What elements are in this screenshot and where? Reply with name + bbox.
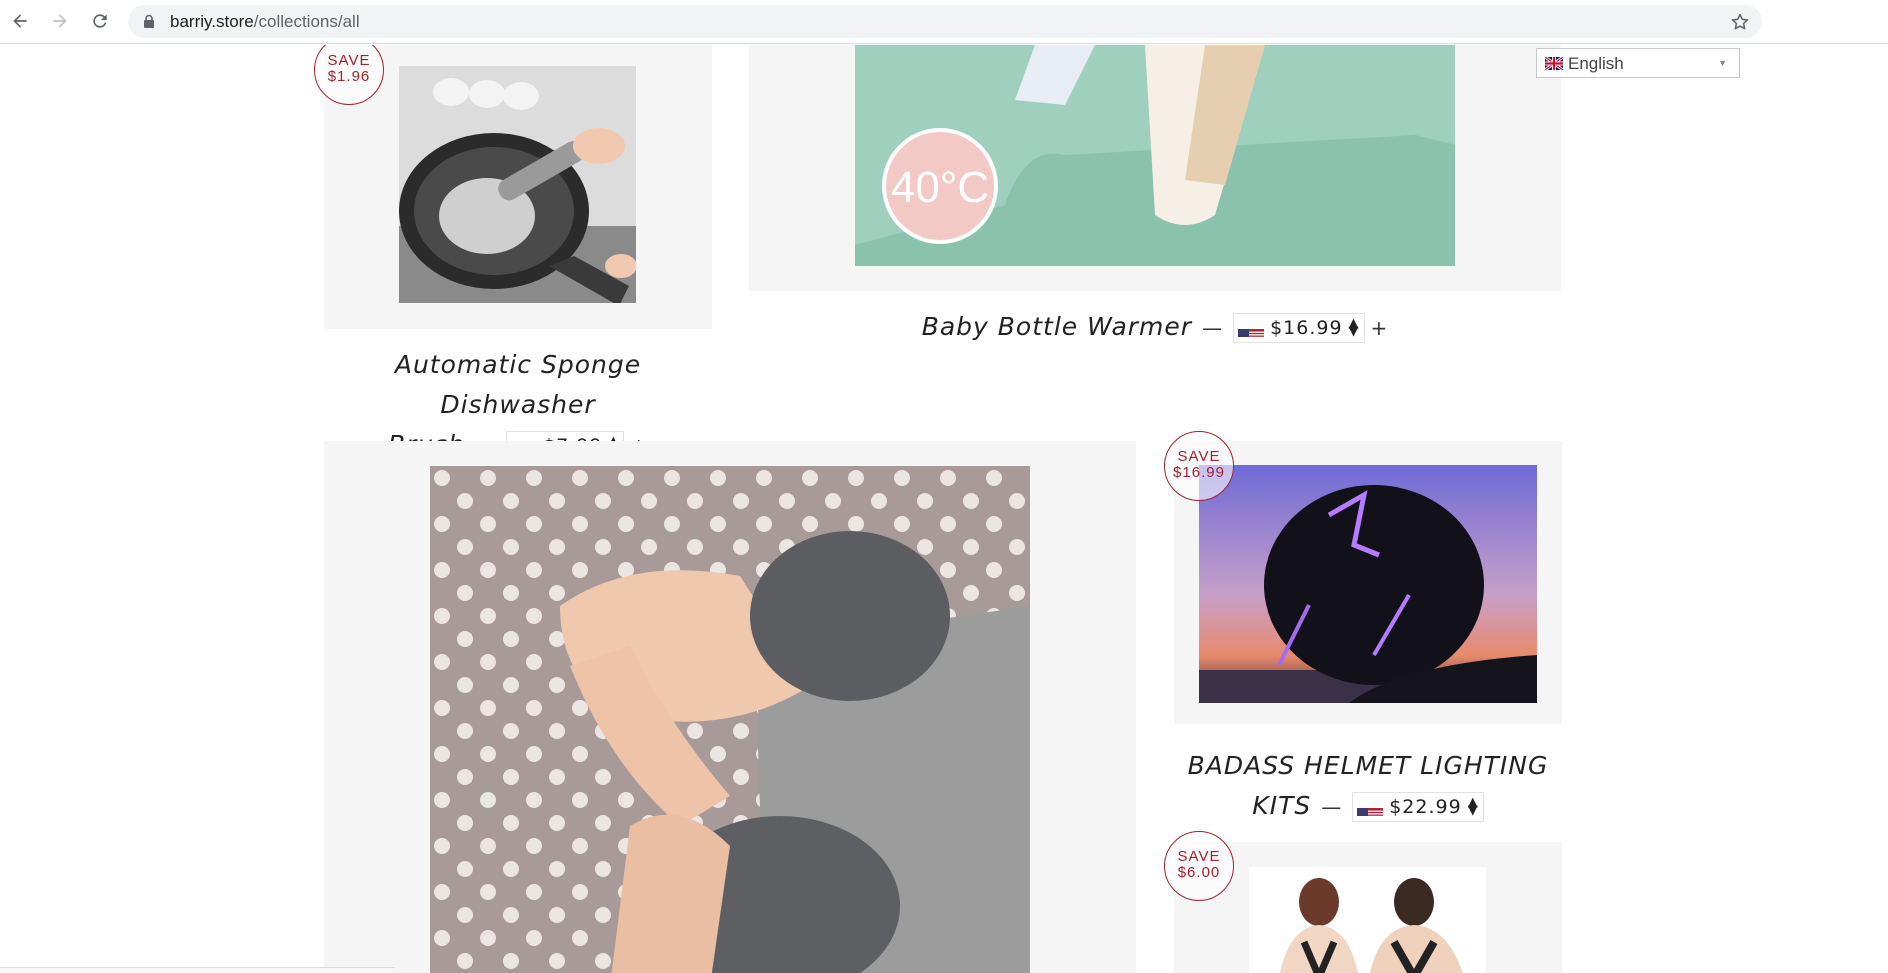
status-bar-edge <box>0 967 395 973</box>
dishwasher-brush-photo <box>399 66 636 303</box>
sort-updown-icon: ▲▼ <box>1348 316 1360 339</box>
product-image-knee-pads[interactable] <box>430 466 1030 973</box>
language-label: English <box>1568 54 1624 73</box>
chevron-down-icon: ▼ <box>1718 58 1727 68</box>
title-line-1: Automatic Sponge Dishwasher <box>394 350 642 419</box>
title-text: Baby Bottle Warmer <box>921 312 1193 341</box>
save-badge-posture-corrector: SAVE $6.00 <box>1164 831 1234 901</box>
temperature-label: 40°C <box>891 163 989 212</box>
product-title-bottle-warmer[interactable]: Baby Bottle Warmer — $16.99 ▲ ▼ + <box>749 307 1561 348</box>
price-value: $22.99 <box>1389 796 1462 818</box>
posture-corrector-photo <box>1249 867 1486 973</box>
back-button[interactable] <box>8 9 32 33</box>
browser-toolbar: barriy.store/collections/all <box>0 0 1888 44</box>
knee-pads-photo <box>430 466 1030 973</box>
currency-price-select[interactable]: $22.99 ▲ ▼ <box>1352 792 1484 822</box>
save-label: SAVE <box>1177 848 1221 865</box>
language-select[interactable]: English ▼ <box>1536 48 1740 78</box>
save-amount: $16.99 <box>1173 464 1225 481</box>
product-title-helmet-kit[interactable]: BADASS HELMET LIGHTING KITS — $22.99 ▲ ▼ <box>1174 746 1562 827</box>
save-amount: $1.96 <box>327 68 371 85</box>
price-value: $16.99 <box>1270 317 1343 339</box>
save-amount: $6.00 <box>1177 864 1221 881</box>
address-bar[interactable]: barriy.store/collections/all <box>128 5 1762 38</box>
lock-icon <box>144 14 154 28</box>
bottle-warmer-photo: 40°C <box>855 45 1455 266</box>
product-image-dishwasher-brush[interactable] <box>399 66 636 303</box>
url-text: barriy.store/collections/all <box>170 12 360 32</box>
product-image-bottle-warmer[interactable]: 40°C <box>855 45 1455 266</box>
forward-button[interactable] <box>48 9 72 33</box>
arrow-right-icon <box>53 14 67 28</box>
reload-icon <box>93 14 107 28</box>
sort-updown-icon: ▲▼ <box>1467 795 1479 818</box>
url-host: barriy.store <box>170 12 254 31</box>
save-label: SAVE <box>327 52 371 69</box>
collection-page: SAVE $1.96 Automatic Sponge Dishwasher B… <box>0 45 1888 973</box>
helmet-photo <box>1199 465 1537 703</box>
arrow-left-icon <box>13 14 27 28</box>
bookmark-star-icon[interactable] <box>1730 12 1750 32</box>
price-dash: — <box>1321 795 1343 819</box>
product-image-helmet-kit[interactable] <box>1199 465 1537 703</box>
save-badge-helmet-kit: SAVE $16.99 <box>1164 431 1234 501</box>
title-line-2-row: KITS — $22.99 ▲ ▼ <box>1174 786 1562 827</box>
uk-flag-icon <box>1545 57 1563 70</box>
add-plus-icon[interactable]: + <box>1371 316 1389 340</box>
url-path: /collections/all <box>253 12 360 31</box>
title-line-1: BADASS HELMET LIGHTING <box>1187 751 1549 780</box>
save-label: SAVE <box>1177 448 1221 465</box>
currency-price-select[interactable]: $16.99 ▲ ▼ <box>1233 313 1365 343</box>
us-flag-icon <box>1357 799 1384 816</box>
price-dash: — <box>1202 316 1224 340</box>
product-image-posture-corrector[interactable] <box>1249 867 1486 973</box>
title-line-2: KITS <box>1252 791 1312 820</box>
reload-button[interactable] <box>88 9 112 33</box>
us-flag-icon <box>1238 320 1265 337</box>
